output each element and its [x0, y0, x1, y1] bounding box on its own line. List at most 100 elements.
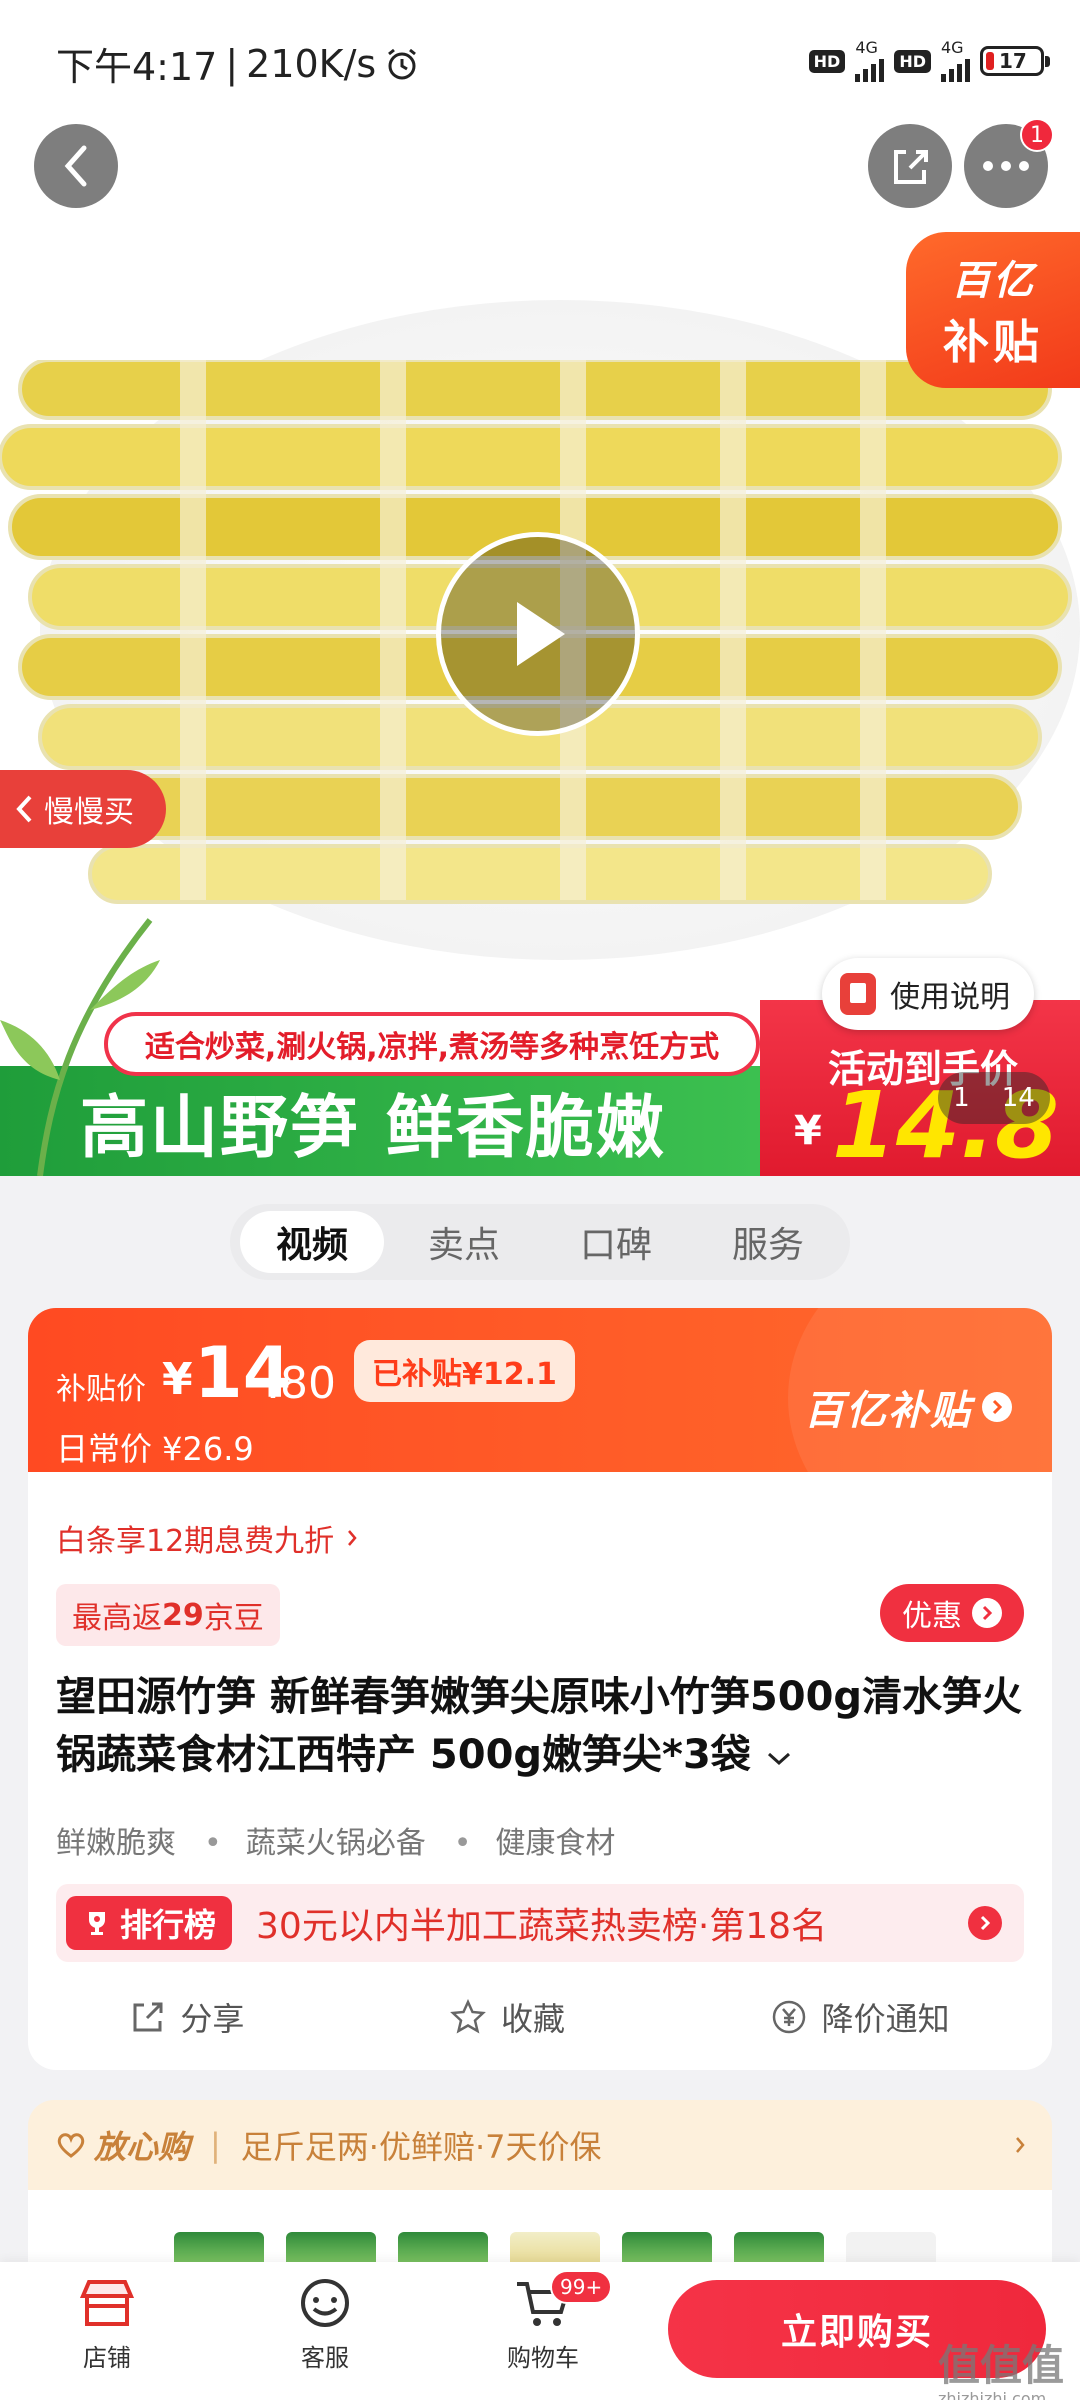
- watermark-sub: zhizhizhi.com: [938, 2389, 1047, 2400]
- watermark-main: 值值值: [938, 2341, 1065, 2390]
- subsidy-corner-line2: 补贴: [943, 315, 1043, 369]
- chevron-right-icon: [348, 1530, 357, 1546]
- tab-service[interactable]: 服务: [696, 1211, 840, 1273]
- baitiao-label: 白条享12期息费九折: [56, 1524, 335, 1559]
- share-action-button[interactable]: 分享: [130, 1994, 244, 2040]
- subsidized-amount-badge: 已补贴¥12.1: [354, 1340, 575, 1402]
- status-divider: |: [225, 41, 239, 86]
- chevron-right-icon: [968, 1906, 1002, 1940]
- subsidy-corner-badge: 百亿 补贴: [906, 232, 1080, 388]
- status-bar: 下午4:17 | 210K/s HD 4G HD 4G 17: [0, 0, 1080, 120]
- product-tags: 鲜嫩脆爽 蔬菜火锅必备 健康食材: [56, 1818, 615, 1862]
- usage-instructions-button[interactable]: 使用说明: [822, 958, 1034, 1030]
- share-icon: [133, 2002, 163, 2032]
- tag-item: 鲜嫩脆爽: [56, 1826, 176, 1861]
- product-info-card: 白条享12期息费九折 最高返 29 京豆 优惠 望田源竹笋 新鲜春笋嫩笋尖原味小竹笋…: [28, 1472, 1052, 2070]
- image-counter-total: 14: [1001, 1083, 1035, 1113]
- cooking-methods-banner: 适合炒菜,涮火锅,凉拌,煮汤等多种烹饪方式: [104, 1012, 760, 1076]
- play-video-button[interactable]: [436, 532, 640, 736]
- service-label: 客服: [301, 2344, 349, 2372]
- assurance-brand-label: 放心购: [94, 2128, 191, 2166]
- more-dots-icon: [983, 161, 1029, 171]
- chevron-left-icon: [16, 795, 32, 823]
- subsidy-price-yen: ¥: [162, 1354, 193, 1405]
- ranking-badge: 排行榜: [66, 1896, 233, 1950]
- shop-label: 店铺: [83, 2344, 131, 2372]
- favorite-button[interactable]: 收藏: [449, 1994, 565, 2040]
- price-alert-button[interactable]: 降价通知: [770, 1994, 950, 2040]
- chevron-right-icon: [972, 1598, 1002, 1628]
- alarm-icon: [388, 48, 417, 79]
- tag-item: 蔬菜火锅必备: [204, 1818, 426, 1862]
- tag-item: 健康食材: [454, 1818, 615, 1862]
- chevron-left-icon: [64, 145, 87, 187]
- play-icon: [517, 602, 565, 666]
- share-button[interactable]: [868, 124, 952, 208]
- status-speed: 210K/s: [246, 41, 377, 86]
- customer-service-button[interactable]: 客服: [270, 2276, 380, 2373]
- jingdou-prefix: 最高返: [72, 1601, 162, 1636]
- hd-badge-1: HD: [808, 49, 846, 73]
- chevron-down-icon: [767, 1752, 790, 1766]
- product-title-text: 望田源竹笋 新鲜春笋嫩笋尖原味小竹笋500g清水笋火锅蔬菜食材江西特产 500g…: [56, 1674, 1023, 1778]
- chevron-right-icon: [1016, 2137, 1025, 2153]
- assurance-bar[interactable]: 放心购 | 足斤足两·优鲜赔·7天价保: [28, 2100, 1052, 2190]
- trophy-icon: [89, 1912, 105, 1935]
- ranking-badge-label: 排行榜: [120, 1906, 217, 1944]
- image-counter: 1 14: [938, 1072, 1050, 1124]
- assurance-brand: 放心购: [56, 2122, 190, 2168]
- net-type-2: 4G: [941, 38, 964, 57]
- subsidy-corner-line1: 百亿: [951, 258, 1035, 304]
- cart-button[interactable]: 99+ 购物车: [488, 2270, 613, 2373]
- signal-bars-1-icon: [855, 56, 885, 82]
- bottom-action-bar: 店铺 客服 99+ 购物车 立即购买: [0, 2262, 1080, 2400]
- watermark: 值值值 zhizhizhi.com: [938, 2332, 1064, 2400]
- more-button[interactable]: 1: [964, 118, 1054, 208]
- status-right: HD 4G HD 4G 17: [808, 38, 1050, 82]
- ten-billion-subsidy-link[interactable]: 百亿补贴: [804, 1378, 1012, 1436]
- favorite-label: 收藏: [500, 2000, 565, 2038]
- coupon-button[interactable]: 优惠: [880, 1584, 1024, 1642]
- heart-icon: [57, 2133, 85, 2158]
- tab-selling-points[interactable]: 卖点: [392, 1211, 536, 1273]
- net-type-1: 4G: [855, 38, 878, 57]
- usage-label: 使用说明: [890, 980, 1010, 1015]
- more-badge: 1: [1020, 118, 1054, 152]
- slow-buy-label: 慢慢买: [44, 795, 134, 830]
- slow-buy-tab[interactable]: 慢慢买: [0, 770, 166, 848]
- yen-clock-icon: [772, 2000, 805, 2034]
- back-button[interactable]: [34, 124, 118, 208]
- share-icon: [894, 150, 928, 184]
- service-smile-icon: [301, 2279, 349, 2327]
- signal-2: 4G: [941, 40, 970, 82]
- signal-bars-2-icon: [941, 56, 970, 82]
- shop-icon: [79, 2280, 135, 2326]
- status-left: 下午4:17 | 210K/s: [56, 36, 420, 91]
- star-icon: [450, 1999, 486, 2034]
- tab-video[interactable]: 视频: [240, 1211, 384, 1273]
- subsidy-price-card[interactable]: 补贴价 ¥ 14 .80 已补贴¥12.1 日常价 ¥26.9 百亿补贴: [28, 1308, 1052, 1472]
- assurance-text: 足斤足两·优鲜赔·7天价保: [240, 2128, 602, 2166]
- cart-label: 购物车: [507, 2344, 579, 2372]
- product-actions: 分享 收藏 降价通知: [28, 1982, 1052, 2052]
- jingdou-suffix: 京豆: [203, 1601, 264, 1636]
- battery-icon: 17: [980, 46, 1050, 76]
- battery-level: 17: [999, 49, 1027, 73]
- product-title[interactable]: 望田源竹笋 新鲜春笋嫩笋尖原味小竹笋500g清水笋火锅蔬菜食材江西特产 500g…: [56, 1668, 1036, 1784]
- subsidy-price-label: 补贴价: [56, 1372, 146, 1407]
- hd-badge-2: HD: [894, 49, 931, 73]
- share-action-label: 分享: [180, 2000, 245, 2038]
- shop-button[interactable]: 店铺: [52, 2276, 162, 2373]
- signal-1: 4G: [855, 38, 885, 82]
- ten-billion-subsidy-label: 百亿补贴: [804, 1388, 972, 1434]
- cart-badge: 99+: [550, 2270, 613, 2304]
- promo-yen: ¥: [794, 1108, 822, 1154]
- baitiao-installment-link[interactable]: 白条享12期息费九折: [56, 1516, 358, 1560]
- jingdou-rebate-badge: 最高返 29 京豆: [56, 1584, 280, 1646]
- price-alert-label: 降价通知: [821, 2000, 950, 2038]
- image-counter-current: 1: [953, 1083, 970, 1113]
- ranking-bar[interactable]: 排行榜 30元以内半加工蔬菜热卖榜·第18名: [56, 1884, 1024, 1962]
- coupon-label: 优惠: [902, 1599, 962, 1634]
- tab-reviews[interactable]: 口碑: [544, 1211, 688, 1273]
- package-thumbnails: [28, 2190, 1052, 2270]
